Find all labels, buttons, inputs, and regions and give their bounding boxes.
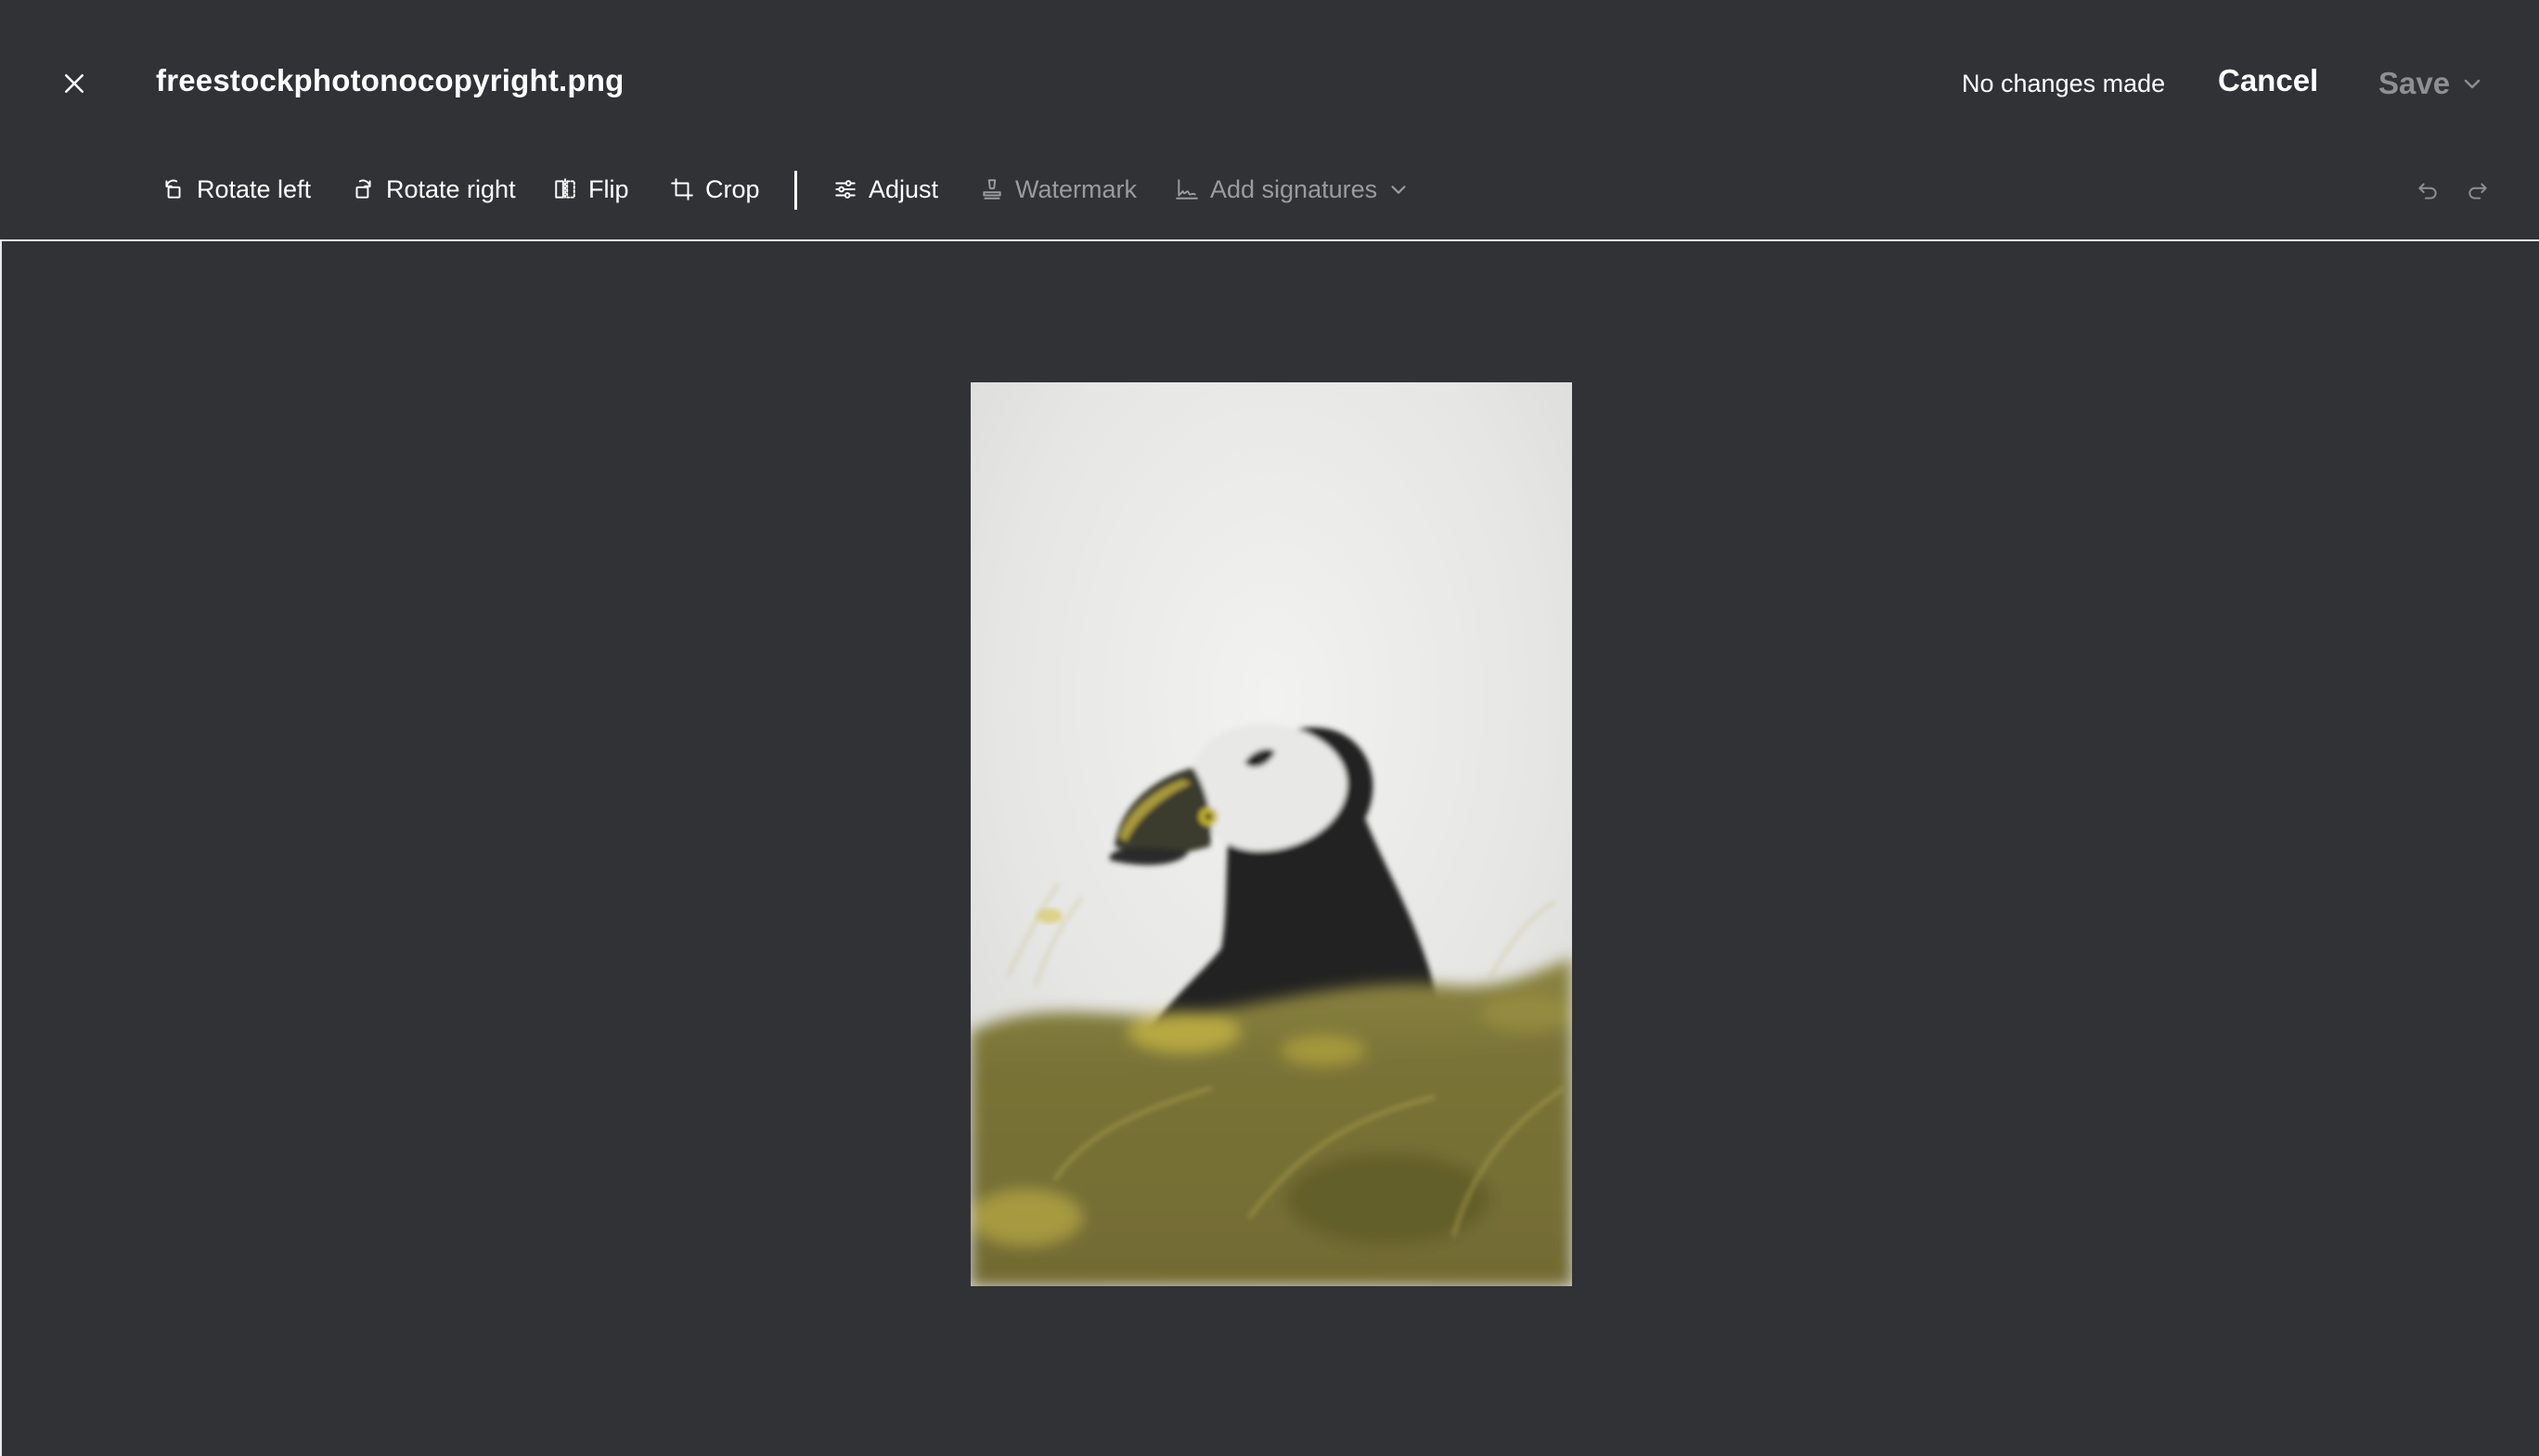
undo-icon [2418,183,2437,200]
crop-button[interactable]: Crop [670,165,760,213]
rotate-left-button[interactable]: Rotate left [161,165,311,213]
flip-button[interactable]: Flip [553,165,629,213]
save-button[interactable]: Save [2378,63,2483,104]
rotate-right-label: Rotate right [386,174,516,203]
photo-preview[interactable] [971,382,1572,1286]
flip-label: Flip [588,174,629,203]
stamp-icon [983,179,1001,200]
crop-icon [671,178,693,200]
save-button-label: Save [2378,66,2451,100]
image-editor: freestockphotonocopyright.png No changes… [0,0,2539,1456]
rotate-right-button[interactable]: Rotate right [351,165,516,213]
image-canvas [0,239,2539,1456]
cancel-button[interactable]: Cancel [2218,63,2318,98]
close-icon [65,74,84,93]
flip-icon [555,178,575,200]
watermark-label: Watermark [1015,174,1138,203]
signature-icon [1176,179,1198,200]
edit-toolbar: Rotate left Rotate right Flip Crop Adjus… [0,165,2539,230]
rotate-left-label: Rotate left [197,174,312,203]
redo-button[interactable] [2461,174,2494,208]
undo-button[interactable] [2411,174,2444,208]
add-signatures-label: Add signatures [1210,174,1378,203]
puffin-photo [971,382,1572,1286]
crop-label: Crop [705,174,760,203]
add-signatures-button[interactable]: Add signatures [1175,165,1409,213]
close-button[interactable] [52,61,97,106]
adjust-sliders-icon [835,180,856,199]
rotate-right-icon [355,179,371,199]
chevron-down-icon [2464,79,2481,89]
toolbar-divider [794,171,797,210]
redo-icon [2468,183,2487,200]
save-status-text: No changes made [1962,70,2166,97]
adjust-label: Adjust [869,174,939,203]
watermark-button[interactable]: Watermark [980,165,1137,213]
adjust-button[interactable]: Adjust [833,165,938,213]
chevron-down-icon [1391,186,1406,194]
file-name-title: freestockphotonocopyright.png [156,63,625,97]
rotate-left-icon [165,179,181,199]
editor-header: freestockphotonocopyright.png No changes… [0,0,2539,167]
